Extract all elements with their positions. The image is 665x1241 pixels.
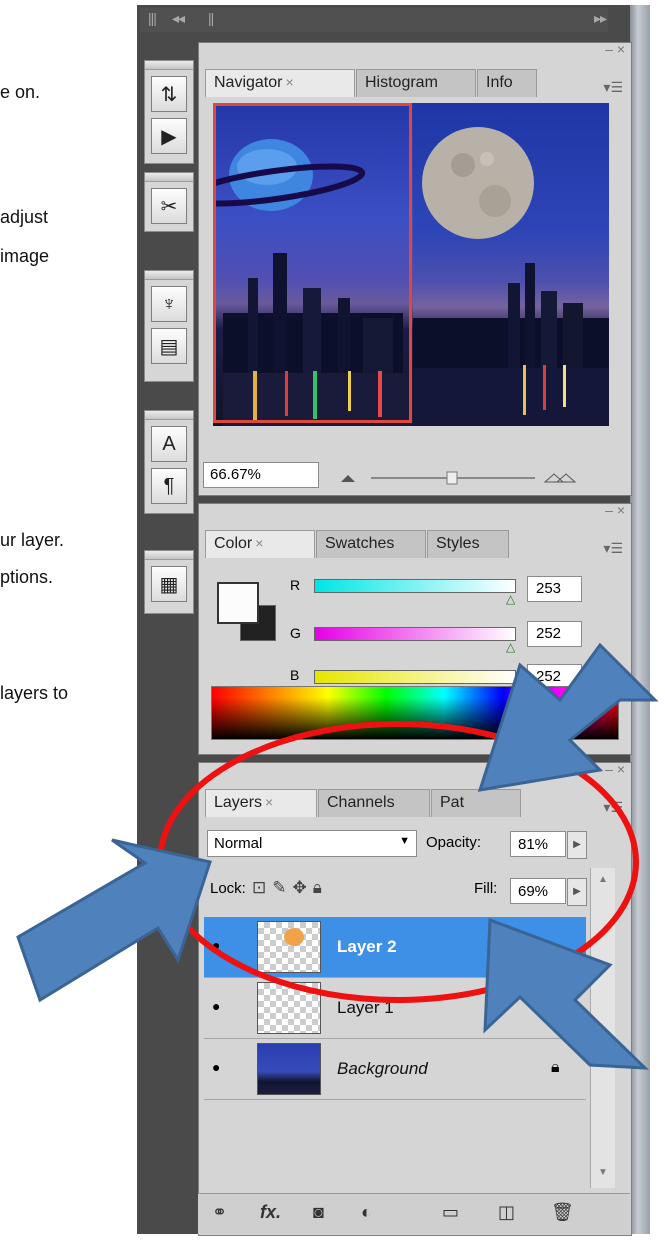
arrow-to-opacity <box>477 642 659 792</box>
arrow-to-fill <box>483 917 649 1070</box>
annotation-overlay <box>16 642 659 1070</box>
arrow-to-lock <box>16 838 212 1003</box>
